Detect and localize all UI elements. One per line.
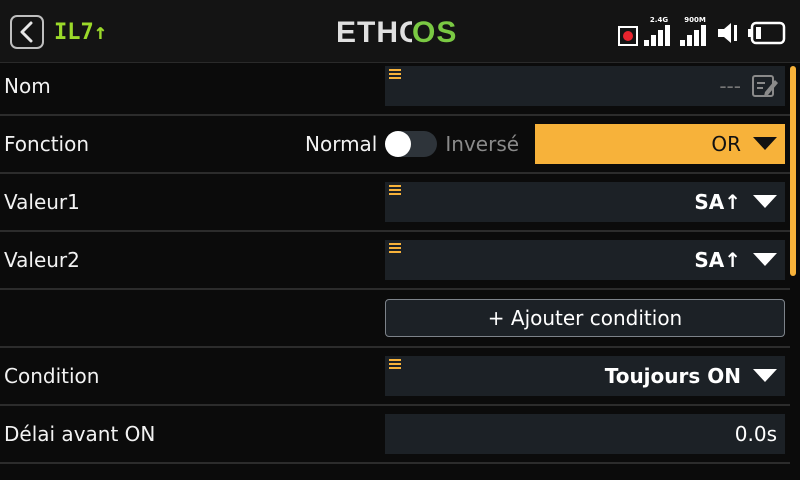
signal-24g-icon: 2.4G (644, 14, 674, 48)
nom-field[interactable]: --- (385, 66, 785, 106)
model-name: IL7↑ (54, 20, 107, 45)
chevron-down-icon (753, 369, 777, 382)
top-bar: IL7↑ ETHOS OS 2.4G 900M (0, 0, 800, 63)
row-condition: Condition Toujours ON (0, 348, 790, 406)
delai-field[interactable]: 0.0s (385, 414, 785, 454)
valeur1-dropdown[interactable]: SA↑ (385, 182, 785, 222)
status-icons: 2.4G 900M (618, 14, 788, 48)
signal-900m-icon: 900M (680, 14, 710, 48)
row-fonction: Fonction Normal Inversé OR (0, 116, 790, 174)
scrollbar[interactable] (790, 66, 796, 276)
normal-label: Normal (305, 132, 378, 156)
row-add-condition: + Ajouter condition (0, 290, 790, 348)
record-icon (618, 26, 638, 46)
valeur1-label: Valeur1 (4, 190, 80, 214)
row-valeur1: Valeur1 SA↑ (0, 174, 790, 232)
valeur2-dropdown[interactable]: SA↑ (385, 240, 785, 280)
delai-label: Délai avant ON (4, 422, 156, 446)
condition-value: Toujours ON (604, 364, 741, 388)
row-nom: Nom --- (0, 58, 790, 116)
chevron-down-icon (753, 137, 777, 150)
volume-icon (718, 23, 737, 43)
nom-value: --- (719, 74, 741, 98)
back-icon (20, 21, 33, 43)
radio-900m-label: 900M (684, 16, 706, 24)
battery-icon (748, 21, 786, 45)
svg-text:OS: OS (412, 16, 457, 48)
chevron-down-icon (753, 253, 777, 266)
add-condition-button[interactable]: + Ajouter condition (385, 299, 785, 337)
edit-icon[interactable] (751, 73, 779, 99)
fonction-label: Fonction (4, 132, 90, 156)
back-button[interactable] (10, 15, 44, 49)
inverse-toggle-group: Normal Inversé (305, 116, 519, 172)
delai-value: 0.0s (734, 422, 777, 446)
function-value: OR (711, 132, 741, 156)
inverse-label: Inversé (445, 132, 520, 156)
drag-handle-icon (389, 243, 401, 253)
drag-handle-icon (389, 359, 401, 369)
radio-24g-label: 2.4G (649, 16, 669, 24)
nom-label: Nom (4, 74, 51, 98)
ethos-logo: ETHOS OS (336, 16, 466, 52)
row-valeur2: Valeur2 SA↑ (0, 232, 790, 290)
function-dropdown[interactable]: OR (535, 124, 785, 164)
valeur2-label: Valeur2 (4, 248, 80, 272)
condition-label: Condition (4, 364, 100, 388)
row-delai: Délai avant ON 0.0s (0, 406, 790, 464)
valeur2-value: SA↑ (694, 248, 741, 272)
inverse-switch[interactable] (385, 131, 438, 157)
drag-handle-icon (389, 185, 401, 195)
valeur1-value: SA↑ (694, 190, 741, 214)
drag-handle-icon (389, 69, 401, 79)
chevron-down-icon (753, 195, 777, 208)
condition-dropdown[interactable]: Toujours ON (385, 356, 785, 396)
